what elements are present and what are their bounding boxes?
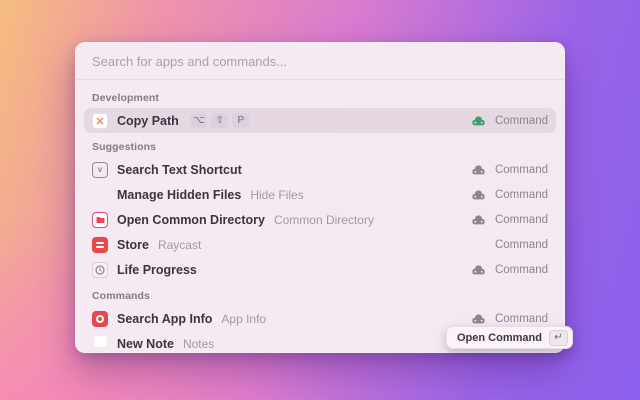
item-subtitle: Hide Files	[250, 187, 304, 202]
section-header-commands: Commands	[92, 290, 150, 302]
item-subtitle: Common Directory	[273, 212, 374, 227]
item-type-label: Command	[494, 213, 548, 226]
shift-key: ⇧	[211, 113, 229, 128]
copy-path-icon	[92, 112, 108, 129]
note-icon	[92, 335, 108, 352]
item-type-label: Command	[494, 312, 548, 325]
list-item-manage-hidden-files[interactable]: Manage Hidden Files Hide Files Command	[84, 182, 556, 207]
extension-car-icon	[471, 312, 486, 325]
results-list: Development Copy Path ⌥ ⇧ P Command Sugg…	[76, 92, 564, 352]
item-title: Open Common Directory	[117, 212, 265, 227]
item-title: Life Progress	[117, 262, 197, 277]
extension-car-icon	[471, 163, 486, 176]
list-item-open-common-directory[interactable]: Open Common Directory Common Directory C…	[84, 207, 556, 232]
extension-car-icon	[471, 263, 486, 276]
store-icon	[92, 236, 108, 253]
desktop-background: Development Copy Path ⌥ ⇧ P	[0, 0, 640, 400]
text-shortcut-icon: v	[92, 161, 108, 178]
launcher-window: Development Copy Path ⌥ ⇧ P	[75, 42, 565, 353]
item-type-label: Command	[494, 114, 548, 127]
item-type-label: Command	[494, 188, 548, 201]
shortcut-keys: ⌥ ⇧ P	[189, 113, 250, 128]
item-title: Search Text Shortcut	[117, 162, 242, 177]
option-key: ⌥	[189, 113, 208, 128]
section-header-suggestions: Suggestions	[92, 141, 157, 153]
open-command-hint[interactable]: Open Command ↵	[446, 326, 573, 349]
item-subtitle: App Info	[221, 311, 267, 326]
item-title: New Note	[117, 336, 174, 351]
item-type-label: Command	[494, 263, 548, 276]
list-item-copy-path[interactable]: Copy Path ⌥ ⇧ P Command	[84, 108, 556, 133]
extension-car-icon	[471, 114, 486, 127]
search-input[interactable]	[92, 53, 548, 69]
item-title: Copy Path	[117, 113, 179, 128]
search-bar	[76, 43, 564, 80]
extension-car-icon	[471, 188, 486, 201]
clock-icon	[92, 261, 108, 278]
directory-icon	[92, 211, 108, 228]
item-type-label: Command	[494, 238, 548, 251]
hidden-files-icon	[92, 187, 108, 203]
app-info-icon	[92, 310, 108, 327]
p-key: P	[232, 113, 250, 128]
return-key-icon: ↵	[548, 329, 568, 346]
open-command-label: Open Command	[457, 331, 542, 344]
item-title: Search App Info	[117, 311, 213, 326]
item-type-label: Command	[494, 163, 548, 176]
list-item-store[interactable]: Store Raycast Command	[84, 232, 556, 257]
list-item-life-progress[interactable]: Life Progress Command	[84, 257, 556, 282]
item-title: Store	[117, 237, 149, 252]
item-subtitle: Raycast	[157, 237, 202, 252]
extension-car-icon	[471, 213, 486, 226]
list-item-search-text-shortcut[interactable]: v Search Text Shortcut Command	[84, 157, 556, 182]
item-subtitle: Notes	[182, 336, 215, 351]
section-header-development: Development	[92, 92, 160, 104]
item-title: Manage Hidden Files	[117, 187, 242, 202]
